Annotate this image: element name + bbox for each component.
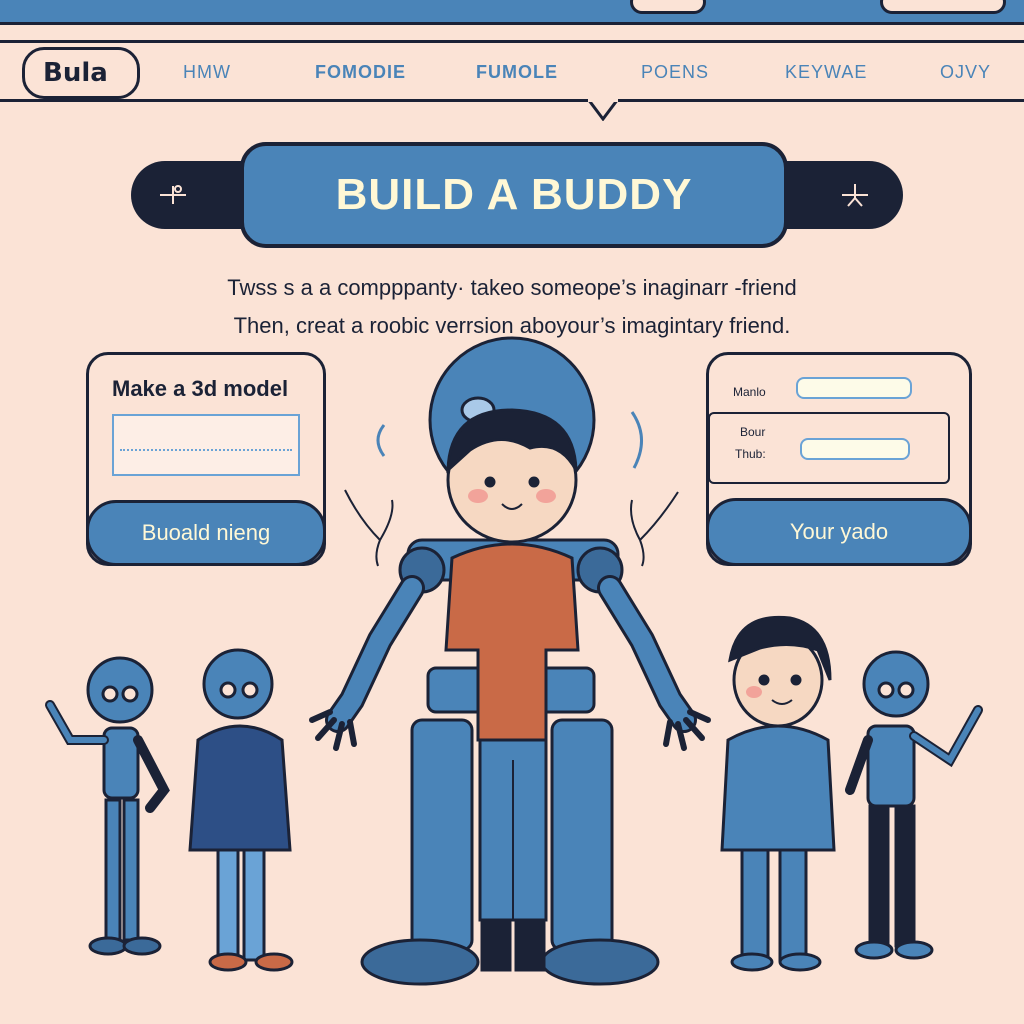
robot-left-head (86, 656, 154, 724)
boy-hoodie (720, 615, 836, 972)
robot-foot-right (540, 938, 660, 986)
robot-foot-left (360, 938, 480, 986)
boy-shoe-right (514, 918, 546, 972)
motion-arc-left (376, 424, 386, 457)
robot-sweater (188, 648, 294, 972)
robot-sweater-head (202, 648, 274, 720)
robot-right-head (862, 650, 930, 718)
robot-leg-left (410, 718, 474, 952)
robot-right (845, 650, 983, 960)
motion-sprout-left (344, 489, 394, 567)
boy-shoe-left (480, 918, 512, 972)
robot-arm-right-fill (600, 578, 694, 730)
robot-leg-right (550, 718, 614, 952)
robot-arm-left-fill (328, 578, 422, 730)
motion-arc-right (630, 411, 643, 469)
motion-sprout-right (630, 491, 679, 567)
robot-buddies-illustration (45, 336, 983, 986)
robot-left (45, 656, 170, 956)
